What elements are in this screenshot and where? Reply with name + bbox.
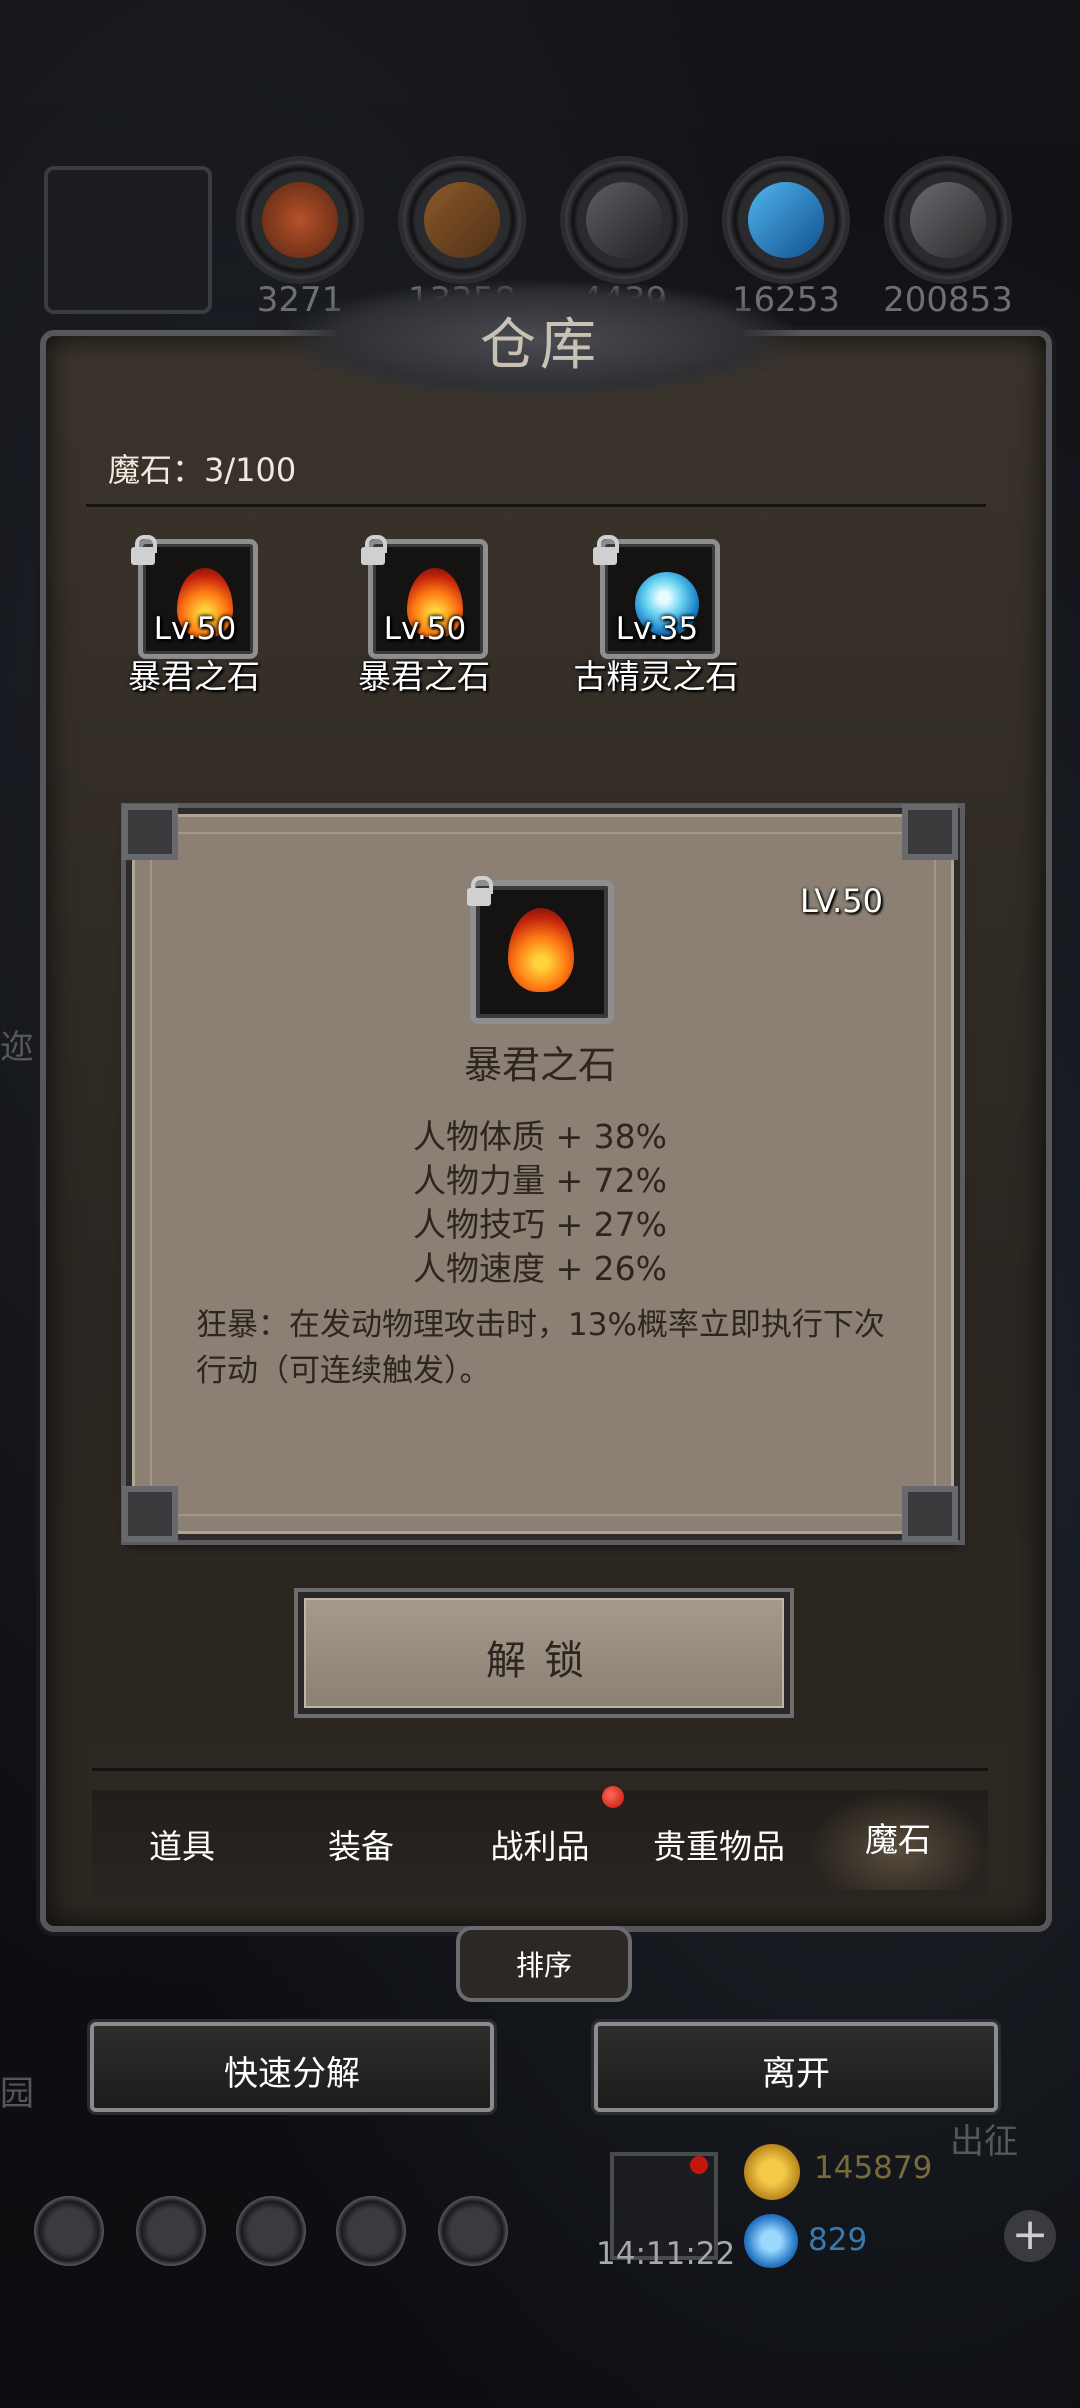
stone-resource-icon[interactable] (888, 160, 1008, 280)
tab-magic-stones[interactable]: 魔石 (808, 1790, 988, 1890)
lock-icon (360, 535, 387, 565)
background-label: 出征 (950, 2122, 1018, 2162)
achievement-icon[interactable] (136, 2196, 206, 2266)
divider (86, 504, 986, 507)
card-corner (122, 1486, 178, 1542)
background-label: 园 (0, 2074, 34, 2114)
gold-amount: 145879 (814, 2150, 933, 2186)
map-icon[interactable] (438, 2196, 508, 2266)
gem-icon (744, 2214, 798, 2268)
sort-label: 排序 (515, 1949, 572, 1982)
tab-items[interactable]: 道具 (92, 1820, 272, 1868)
item-level: Lv.50 (383, 611, 467, 647)
gold-coin-icon (744, 2144, 800, 2200)
detail-name: 暴君之石 (463, 1043, 616, 1087)
unlock-label: 解锁 (486, 1638, 602, 1684)
leave-label: 离开 (762, 2054, 830, 2094)
tab-loot[interactable]: 战利品 (450, 1820, 630, 1868)
meat-resource-icon[interactable] (240, 160, 360, 280)
stat-line: 人物速度 + 26% (413, 1249, 667, 1288)
lock-icon (130, 535, 157, 565)
category-tabs: 道具 装备 战利品 贵重物品 魔石 (92, 1790, 988, 1900)
card-corner (902, 1486, 958, 1542)
guild-icon[interactable] (236, 2196, 306, 2266)
mail-icon[interactable] (336, 2196, 406, 2266)
item-level: Lv.50 (153, 611, 237, 647)
stat-line: 人物力量 + 72% (413, 1161, 667, 1200)
card-corner (122, 804, 178, 860)
leave-button[interactable]: 离开 (594, 2022, 998, 2112)
item-name: 古精灵之石 (573, 657, 739, 696)
gift-timer: 14:11:22 (596, 2236, 736, 2272)
item-slot[interactable]: Lv.50 (130, 535, 260, 665)
quick-decompose-button[interactable]: 快速分解 (90, 2022, 494, 2112)
notification-dot (602, 1786, 624, 1808)
crystal-resource-icon[interactable] (726, 160, 846, 280)
detail-level: LV.50 (800, 882, 883, 920)
gem-amount: 829 (808, 2222, 868, 2258)
sort-button[interactable]: 排序 (456, 1926, 632, 2002)
quick-decompose-label: 快速分解 (224, 2054, 360, 2094)
category-counter: 魔石：3/100 (108, 451, 297, 489)
settings-icon[interactable] (34, 2196, 104, 2266)
tab-valuables[interactable]: 贵重物品 (629, 1820, 809, 1868)
stat-line: 人物技巧 + 27% (413, 1205, 667, 1244)
item-slot[interactable]: Lv.50 (360, 535, 490, 665)
item-slot[interactable]: Lv.35 (592, 535, 722, 665)
item-name: 暴君之石 (358, 657, 490, 696)
add-currency-icon[interactable]: + (1004, 2210, 1056, 2262)
lock-icon (466, 876, 493, 906)
divider (92, 1768, 988, 1771)
stat-line: 人物体质 + 38% (413, 1117, 667, 1156)
item-level: Lv.35 (615, 611, 699, 647)
card-corner (902, 804, 958, 860)
tab-equipment[interactable]: 装备 (271, 1820, 451, 1868)
lock-icon (592, 535, 619, 565)
unlock-button[interactable]: 解锁 (298, 1592, 790, 1714)
notification-dot (690, 2156, 708, 2174)
fire-stone-icon (508, 908, 574, 992)
wood-resource-icon[interactable] (402, 160, 522, 280)
page-title: 仓库 (480, 313, 600, 378)
iron-resource-icon[interactable] (564, 160, 684, 280)
item-name: 暴君之石 (128, 657, 260, 696)
effect-description: 狂暴：在发动物理攻击时，13%概率立即执行下次行动（可连续触发）。 (196, 1307, 885, 1389)
